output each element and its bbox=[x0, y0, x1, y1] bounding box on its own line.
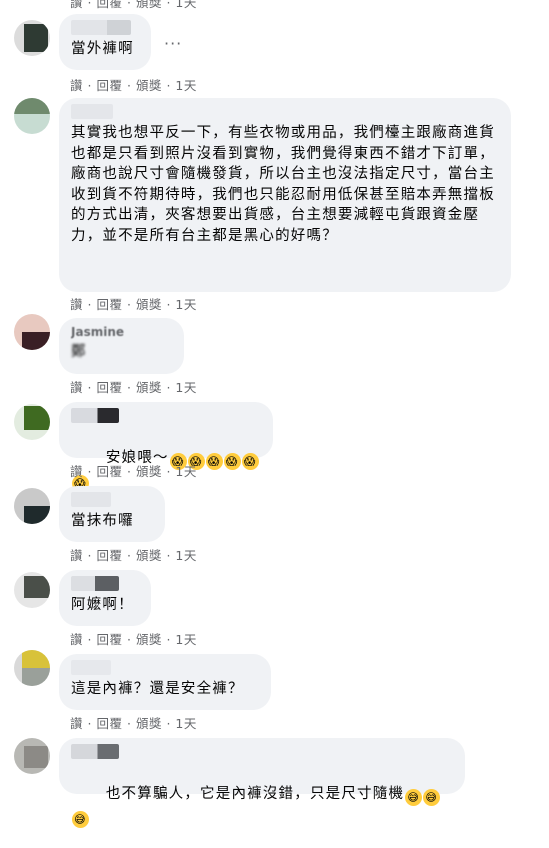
like-link[interactable]: 讚 bbox=[70, 0, 83, 10]
sweat-smile-emoji-icon: 😅 bbox=[72, 810, 89, 828]
commenter-name[interactable] bbox=[71, 660, 111, 675]
comment-bubble: 這是內褲？還是安全褲？ bbox=[59, 654, 271, 710]
commenter-name[interactable] bbox=[71, 20, 131, 35]
comment-text: 當抹布囉 bbox=[71, 513, 134, 529]
timestamp[interactable]: 1天 bbox=[175, 716, 196, 731]
timestamp[interactable]: 1天 bbox=[175, 297, 196, 312]
avatar[interactable] bbox=[14, 488, 50, 524]
like-link[interactable]: 讚 bbox=[70, 716, 83, 731]
comment-actions: 讚 · 回覆 · 頒獎 · 1天 bbox=[70, 632, 197, 647]
award-link[interactable]: 頒獎 bbox=[136, 380, 162, 395]
avatar[interactable] bbox=[14, 98, 50, 134]
like-link[interactable]: 讚 bbox=[70, 632, 83, 647]
award-link[interactable]: 頒獎 bbox=[136, 548, 162, 563]
award-link[interactable]: 頒獎 bbox=[136, 464, 162, 479]
reply-link[interactable]: 回覆 bbox=[96, 632, 122, 647]
commenter-name[interactable] bbox=[71, 744, 119, 759]
comment-bubble: 安娘喂～ 😱 😱 😱 😱 😱😱 bbox=[59, 402, 273, 492]
comment-actions: 讚 · 回覆 · 頒獎 · 1天 bbox=[70, 464, 197, 479]
comment-text: 也不算騙人，它是內褲沒錯，只是尺寸隨機 😅 😅😅 bbox=[71, 763, 453, 848]
commenter-name[interactable] bbox=[71, 104, 113, 119]
scream-emoji-icon: 😱 bbox=[205, 452, 223, 470]
commenter-name[interactable]: Jasmine bbox=[71, 324, 172, 340]
reply-link[interactable]: 回覆 bbox=[96, 380, 122, 395]
reply-link[interactable]: 回覆 bbox=[96, 548, 122, 563]
reply-link[interactable]: 回覆 bbox=[96, 297, 122, 312]
like-link[interactable]: 讚 bbox=[70, 78, 83, 93]
comment-bubble: 其實我也想平反一下，有些衣物或用品，我們檯主跟廠商進貨也都是只看到照片沒看到實物… bbox=[59, 98, 511, 292]
comment-actions: 讚 · 回覆 · 頒獎 · 1天 bbox=[70, 78, 197, 93]
timestamp[interactable]: 1天 bbox=[175, 380, 196, 395]
comment-text: 鄭 bbox=[71, 344, 87, 360]
comment-actions: 讚 · 回覆 · 頒獎 · 1天 bbox=[70, 297, 197, 312]
reply-link[interactable]: 回覆 bbox=[96, 716, 122, 731]
more-options-icon[interactable]: ··· bbox=[164, 34, 182, 53]
reply-link[interactable]: 回覆 bbox=[96, 0, 122, 10]
commenter-name[interactable] bbox=[71, 408, 119, 423]
comment-actions: 讚 · 回覆 · 頒獎 · 1天 bbox=[70, 548, 197, 563]
avatar[interactable] bbox=[14, 20, 50, 56]
comment-text: 這是內褲？還是安全褲？ bbox=[71, 681, 244, 697]
timestamp[interactable]: 1天 bbox=[175, 548, 196, 563]
avatar[interactable] bbox=[14, 738, 50, 774]
scream-emoji-icon: 😱 bbox=[241, 452, 259, 470]
comment-bubble: 當抹布囉 bbox=[59, 486, 165, 542]
like-link[interactable]: 讚 bbox=[70, 548, 83, 563]
comment-actions: 讚 · 回覆 · 頒獎 · 1天 bbox=[70, 380, 197, 395]
avatar[interactable] bbox=[14, 314, 50, 350]
like-link[interactable]: 讚 bbox=[70, 380, 83, 395]
comment-text: 阿嬷啊！ bbox=[71, 597, 134, 613]
timestamp[interactable]: 1天 bbox=[175, 632, 196, 647]
timestamp[interactable]: 1天 bbox=[175, 78, 196, 93]
award-link[interactable]: 頒獎 bbox=[136, 297, 162, 312]
timestamp[interactable]: 1天 bbox=[175, 0, 196, 10]
award-link[interactable]: 頒獎 bbox=[136, 0, 162, 10]
like-link[interactable]: 讚 bbox=[70, 464, 83, 479]
comment-text: 當外褲啊 bbox=[71, 41, 134, 57]
reply-link[interactable]: 回覆 bbox=[96, 78, 122, 93]
timestamp[interactable]: 1天 bbox=[175, 464, 196, 479]
award-link[interactable]: 頒獎 bbox=[136, 632, 162, 647]
avatar[interactable] bbox=[14, 404, 50, 440]
sweat-smile-emoji-icon: 😅 bbox=[423, 788, 441, 806]
comment-bubble: 也不算騙人，它是內褲沒錯，只是尺寸隨機 😅 😅😅 bbox=[59, 738, 465, 828]
avatar[interactable] bbox=[14, 650, 50, 686]
award-link[interactable]: 頒獎 bbox=[136, 716, 162, 731]
comment-actions: 讚 · 回覆 · 頒獎 · 1天 bbox=[70, 716, 197, 731]
comment-text: 其實我也想平反一下，有些衣物或用品，我們檯主跟廠商進貨也都是只看到照片沒看到實物… bbox=[71, 125, 495, 244]
comment-bubble: 阿嬷啊！ bbox=[59, 570, 151, 626]
reply-link[interactable]: 回覆 bbox=[96, 464, 122, 479]
commenter-name[interactable] bbox=[71, 576, 119, 591]
award-link[interactable]: 頒獎 bbox=[136, 78, 162, 93]
comment-actions: 讚 · 回覆 · 頒獎 · 1天 bbox=[70, 0, 197, 11]
like-link[interactable]: 讚 bbox=[70, 297, 83, 312]
comment-bubble: Jasmine 鄭 bbox=[59, 318, 184, 374]
scream-emoji-icon: 😱 bbox=[223, 452, 241, 470]
commenter-name[interactable] bbox=[71, 492, 111, 507]
sweat-smile-emoji-icon: 😅 bbox=[405, 788, 423, 806]
comment-bubble: 當外褲啊 bbox=[59, 14, 151, 70]
avatar[interactable] bbox=[14, 572, 50, 608]
